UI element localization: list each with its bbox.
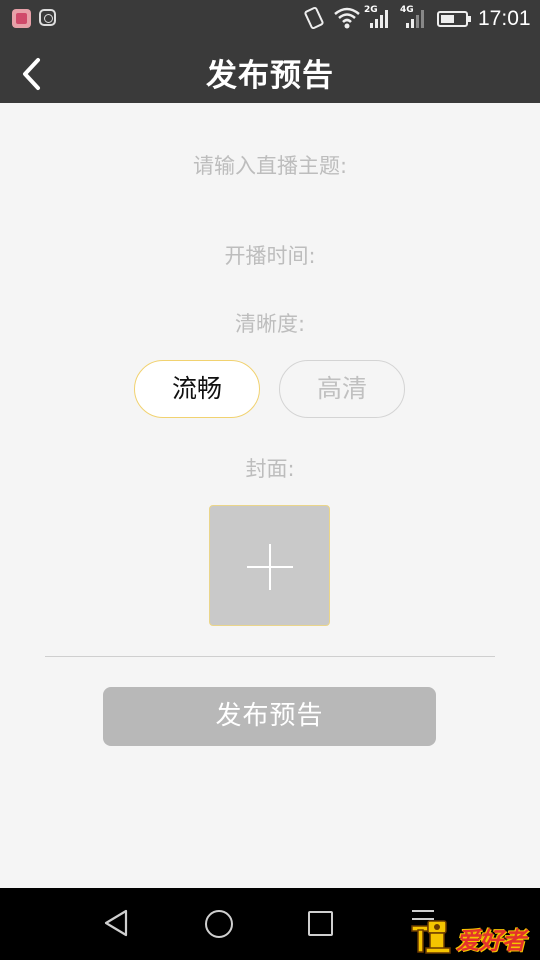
back-triangle-icon[interactable] <box>102 908 130 938</box>
topic-input[interactable]: 请输入直播主题: <box>0 150 540 180</box>
start-time-field[interactable]: 开播时间: <box>0 240 540 270</box>
app-notification-icon <box>12 9 31 28</box>
wifi-icon <box>334 7 360 29</box>
quality-option-hd[interactable]: 高清 <box>279 360 405 418</box>
mascot-icon <box>411 920 451 954</box>
app-notification-icon-2 <box>39 9 56 26</box>
battery-icon <box>437 11 471 27</box>
status-time: 17:01 <box>478 7 531 30</box>
status-bar: 2G 4G 17:01 <box>0 0 540 37</box>
watermark-text: 爱好者 <box>456 927 526 955</box>
recent-square-icon[interactable] <box>308 911 333 936</box>
cover-label: 封面: <box>245 457 295 481</box>
vibrate-icon <box>303 5 325 31</box>
watermark-logo: 爱好者 <box>410 918 532 956</box>
publish-preview-button[interactable]: 发布预告 <box>103 687 436 746</box>
page-title: 发布预告 <box>206 58 334 94</box>
title-bar: 发布预告 <box>0 37 540 103</box>
network-2g-label: 2G <box>364 5 378 15</box>
home-circle-icon[interactable] <box>205 910 233 938</box>
signal-icon-4g: 4G <box>400 5 428 34</box>
network-4g-label: 4G <box>400 5 414 15</box>
quality-label: 清晰度: <box>234 312 306 336</box>
signal-icon-2g: 2G <box>364 5 392 34</box>
divider <box>45 656 495 657</box>
quality-option-smooth[interactable]: 流畅 <box>134 360 260 418</box>
cover-upload-button[interactable] <box>209 505 330 626</box>
